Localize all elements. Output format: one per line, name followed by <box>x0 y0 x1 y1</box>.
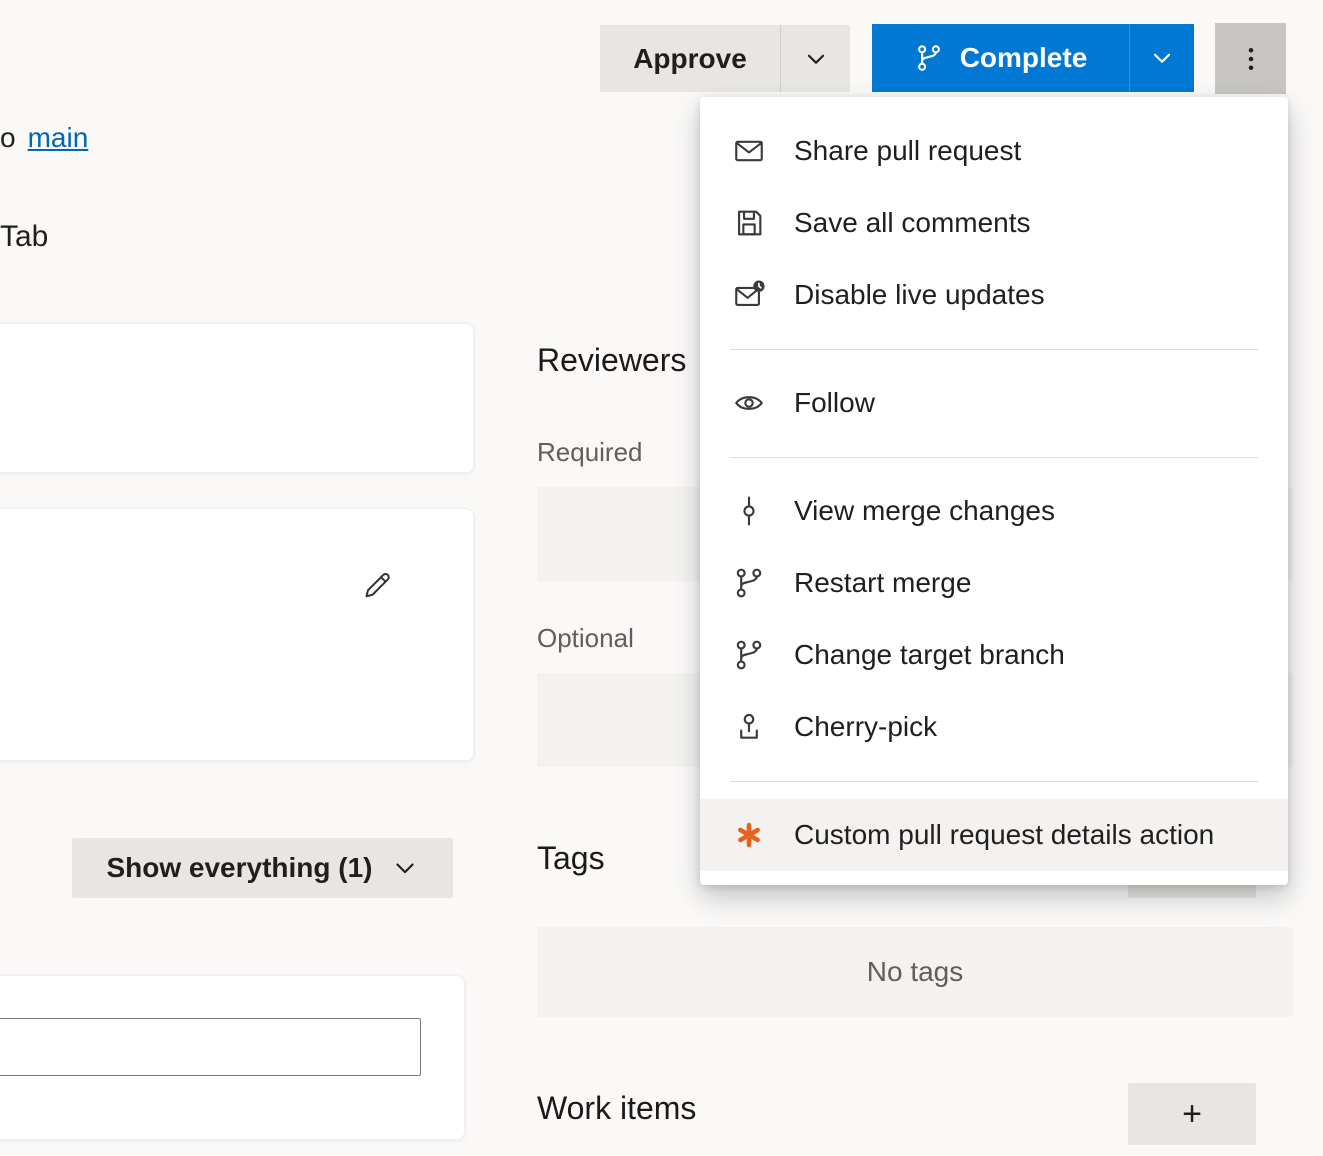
menu-item-label: Cherry-pick <box>794 711 937 743</box>
menu-item-label: View merge changes <box>794 495 1055 527</box>
activity-filter-dropdown[interactable]: Show everything (1) <box>72 838 453 898</box>
branch-icon <box>730 564 768 602</box>
approve-dropdown-button[interactable] <box>780 25 850 92</box>
save-icon <box>730 204 768 242</box>
menu-item-label: Change target branch <box>794 639 1065 671</box>
reviewers-heading: Reviewers <box>537 342 686 379</box>
more-vertical-icon <box>1236 44 1266 74</box>
custom-action-asterisk-icon <box>730 816 768 854</box>
work-items-heading: Work items <box>537 1090 696 1127</box>
breadcrumb-fragment: o <box>0 122 16 154</box>
add-work-item-button[interactable]: + <box>1128 1083 1256 1145</box>
branch-icon <box>730 636 768 674</box>
complete-button-label: Complete <box>960 42 1088 74</box>
menu-item-save-all-comments[interactable]: Save all comments <box>700 187 1288 259</box>
menu-item-label: Follow <box>794 387 875 419</box>
plus-icon: + <box>1182 1095 1202 1134</box>
chevron-down-icon <box>1149 45 1175 71</box>
no-tags-box: No tags <box>537 927 1293 1017</box>
mail-icon <box>730 132 768 170</box>
menu-item-label: Custom pull request details action <box>794 819 1214 851</box>
description-card <box>0 508 474 761</box>
tab-label-fragment[interactable]: Tab <box>0 220 48 254</box>
menu-item-custom-pull-request-details-action[interactable]: Custom pull request details action <box>700 799 1288 871</box>
no-tags-text: No tags <box>867 956 964 988</box>
target-branch-link[interactable]: main <box>28 122 89 154</box>
branch-icon <box>914 43 944 73</box>
comment-input[interactable] <box>0 1018 421 1076</box>
menu-item-cherry-pick[interactable]: Cherry-pick <box>700 691 1288 763</box>
status-card <box>0 323 474 473</box>
edit-pencil-icon[interactable] <box>359 567 395 603</box>
commit-icon <box>730 492 768 530</box>
menu-item-follow[interactable]: Follow <box>700 367 1288 439</box>
menu-item-label: Share pull request <box>794 135 1021 167</box>
menu-divider <box>700 331 1288 367</box>
menu-item-change-target-branch[interactable]: Change target branch <box>700 619 1288 691</box>
activity-filter-label: Show everything (1) <box>106 852 372 884</box>
chevron-down-icon <box>803 46 829 72</box>
menu-item-label: Save all comments <box>794 207 1031 239</box>
menu-divider <box>700 439 1288 475</box>
menu-item-disable-live-updates[interactable]: Disable live updates <box>700 259 1288 331</box>
tags-heading: Tags <box>537 840 605 877</box>
context-menu: Share pull request Save all comments Dis… <box>700 97 1288 885</box>
complete-button[interactable]: Complete <box>872 24 1129 92</box>
breadcrumb: o main <box>0 122 88 154</box>
more-actions-button[interactable] <box>1215 23 1286 94</box>
menu-item-share-pull-request[interactable]: Share pull request <box>700 115 1288 187</box>
menu-item-view-merge-changes[interactable]: View merge changes <box>700 475 1288 547</box>
menu-divider <box>700 763 1288 799</box>
approve-button-label: Approve <box>633 43 747 75</box>
required-reviewers-label: Required <box>537 437 643 468</box>
comment-card <box>0 975 465 1140</box>
follow-icon <box>730 384 768 422</box>
menu-item-restart-merge[interactable]: Restart merge <box>700 547 1288 619</box>
chevron-down-icon <box>391 854 419 882</box>
menu-item-label: Disable live updates <box>794 279 1045 311</box>
menu-item-label: Restart merge <box>794 567 971 599</box>
cherry-pick-icon <box>730 708 768 746</box>
pull-request-page: Approve Complete o main Tab <box>0 0 1323 1156</box>
complete-dropdown-button[interactable] <box>1129 24 1194 92</box>
optional-reviewers-label: Optional <box>537 623 634 654</box>
approve-button[interactable]: Approve <box>600 25 780 92</box>
live-updates-icon <box>730 276 768 314</box>
